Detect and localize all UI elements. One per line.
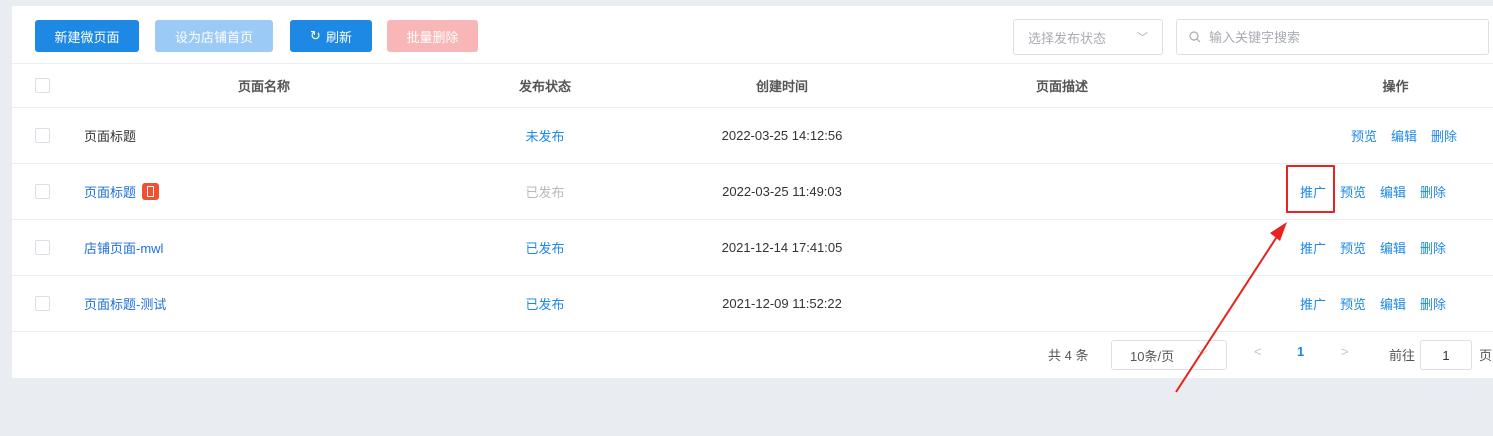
table-header: 页面名称 发布状态 创建时间 页面描述 操作 — [12, 63, 1493, 107]
status-select-placeholder: 选择发布状态 — [1028, 30, 1107, 46]
row-checkbox[interactable] — [35, 127, 50, 143]
delete-link[interactable]: 删除 — [1431, 126, 1457, 145]
promote-highlight-box — [1286, 165, 1335, 213]
page-size-value: 10条/页 — [1130, 348, 1175, 364]
edit-link[interactable]: 编辑 — [1380, 182, 1406, 201]
page-number[interactable]: 1 — [1297, 344, 1304, 359]
goto-label: 前往 — [1389, 348, 1416, 363]
promote-link[interactable]: 推广 — [1300, 238, 1326, 257]
page-table: 页面名称 发布状态 创建时间 页面描述 操作 页面标题 未发布 2022-03-… — [12, 63, 1493, 331]
header-status: 发布状态 — [518, 79, 571, 94]
edit-link[interactable]: 编辑 — [1391, 126, 1417, 145]
edit-link[interactable]: 编辑 — [1380, 238, 1406, 257]
page-desc — [997, 108, 1127, 163]
search-box[interactable] — [1176, 19, 1489, 55]
preview-link[interactable]: 预览 — [1340, 294, 1366, 313]
edit-link[interactable]: 编辑 — [1380, 294, 1406, 313]
select-all-checkbox[interactable] — [35, 77, 50, 93]
page-desc — [997, 220, 1127, 275]
preview-link[interactable]: 预览 — [1351, 126, 1377, 145]
refresh-button[interactable]: ↻ 刷新 — [290, 20, 372, 52]
created-time: 2022-03-25 14:12:56 — [721, 128, 843, 143]
page-desc — [997, 164, 1127, 219]
publish-status: 已发布 — [525, 297, 565, 312]
row-checkbox[interactable] — [35, 239, 50, 255]
preview-link[interactable]: 预览 — [1340, 182, 1366, 201]
total-count: 共 4 条 — [1048, 348, 1089, 363]
delete-link[interactable]: 删除 — [1420, 294, 1446, 313]
page-list-panel: 新建微页面 设为店铺首页 ↻ 刷新 批量删除 选择发布状态 ﹀ 页面名称 发布状… — [12, 6, 1493, 378]
created-time: 2021-12-14 17:41:05 — [721, 240, 843, 255]
new-page-button[interactable]: 新建微页面 — [35, 20, 139, 52]
row-checkbox[interactable] — [35, 183, 50, 199]
table-row: 页面标题 已发布 2022-03-25 11:49:03 推广 预览 编辑 删除 — [12, 163, 1493, 219]
header-desc: 页面描述 — [1035, 79, 1088, 94]
page-name[interactable]: 店铺页面-mwl — [84, 238, 163, 257]
header-created: 创建时间 — [755, 79, 808, 94]
page-size-select[interactable]: 10条/页 ﹀ — [1111, 340, 1227, 370]
chevron-down-icon: ﹀ — [1197, 350, 1208, 362]
header-name: 页面名称 — [237, 79, 290, 94]
page-name[interactable]: 页面标题 — [84, 182, 136, 201]
page-desc — [997, 276, 1127, 331]
publish-status: 未发布 — [525, 129, 565, 144]
table-row: 页面标题 未发布 2022-03-25 14:12:56 预览 编辑 删除 — [12, 107, 1493, 163]
delete-link[interactable]: 删除 — [1420, 182, 1446, 201]
phone-icon — [142, 183, 160, 200]
search-input[interactable] — [1209, 29, 1476, 45]
search-icon — [1189, 31, 1201, 43]
created-time: 2022-03-25 11:49:03 — [722, 184, 842, 199]
toolbar: 新建微页面 设为店铺首页 ↻ 刷新 批量删除 选择发布状态 ﹀ — [12, 6, 1493, 64]
row-ops: 推广 预览 编辑 删除 — [1262, 276, 1493, 331]
next-page-icon[interactable]: > — [1341, 344, 1349, 359]
row-ops: 预览 编辑 删除 — [1262, 108, 1493, 163]
publish-status: 已发布 — [525, 185, 565, 200]
delete-link[interactable]: 删除 — [1420, 238, 1446, 257]
page-name[interactable]: 页面标题 — [84, 126, 136, 145]
page-suffix: 页 — [1479, 348, 1493, 363]
goto-page-input[interactable]: 1 — [1420, 340, 1472, 370]
table-row: 店铺页面-mwl 已发布 2021-12-14 17:41:05 推广 预览 编… — [12, 219, 1493, 275]
set-home-button[interactable]: 设为店铺首页 — [155, 20, 273, 52]
header-ops: 操作 — [1382, 79, 1409, 94]
pagination: 共 4 条 10条/页 ﹀ < 1 > 前往 1 页 — [12, 331, 1493, 375]
promote-link[interactable]: 推广 — [1300, 294, 1326, 313]
batch-delete-button[interactable]: 批量删除 — [387, 20, 478, 52]
table-row: 页面标题-测试 已发布 2021-12-09 11:52:22 推广 预览 编辑… — [12, 275, 1493, 331]
refresh-icon: ↻ — [310, 28, 321, 43]
prev-page-icon[interactable]: < — [1254, 344, 1262, 359]
page-name[interactable]: 页面标题-测试 — [84, 294, 166, 313]
row-ops: 推广 预览 编辑 删除 — [1262, 220, 1493, 275]
created-time: 2021-12-09 11:52:22 — [722, 296, 842, 311]
preview-link[interactable]: 预览 — [1340, 238, 1366, 257]
row-checkbox[interactable] — [35, 295, 50, 311]
publish-status: 已发布 — [525, 241, 565, 256]
chevron-down-icon: ﹀ — [1137, 32, 1148, 44]
refresh-label: 刷新 — [325, 29, 352, 45]
status-select[interactable]: 选择发布状态 ﹀ — [1013, 19, 1163, 55]
